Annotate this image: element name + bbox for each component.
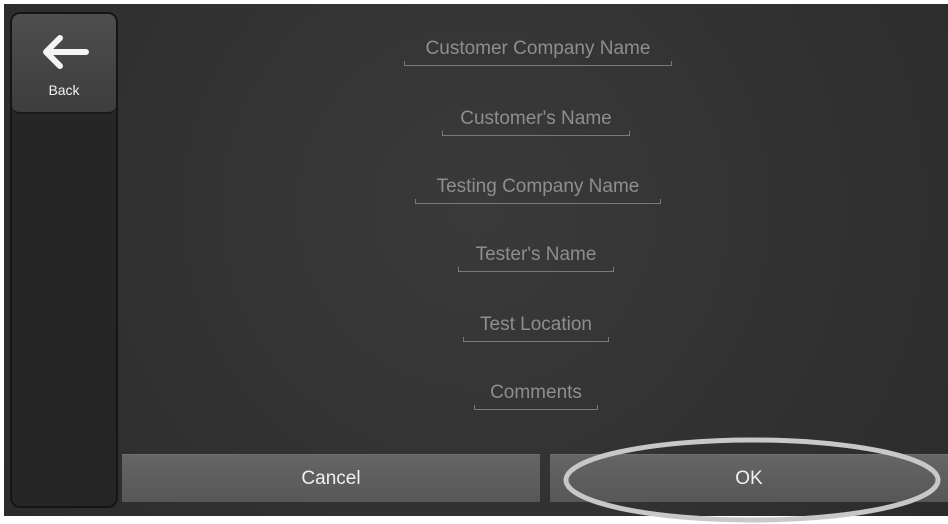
field-underline — [415, 199, 661, 204]
testers-name-field[interactable]: Tester's Name — [458, 240, 614, 272]
field-underline — [404, 61, 672, 66]
testing-company-name-placeholder: Testing Company Name — [436, 176, 640, 197]
testing-company-name-field[interactable]: Testing Company Name — [415, 172, 661, 204]
test-location-field[interactable]: Test Location — [463, 310, 609, 342]
back-button[interactable]: Back — [12, 14, 116, 114]
arrow-left-icon — [43, 35, 89, 69]
back-label: Back — [48, 82, 80, 98]
customers-name-field[interactable]: Customer's Name — [442, 104, 630, 136]
comments-placeholder: Comments — [490, 382, 582, 403]
customer-company-name-field[interactable]: Customer Company Name — [404, 34, 672, 66]
field-underline — [458, 267, 614, 272]
customer-company-name-placeholder: Customer Company Name — [425, 38, 651, 59]
testers-name-placeholder: Tester's Name — [475, 244, 597, 265]
field-underline — [442, 131, 630, 136]
sidebar: Back — [10, 12, 118, 508]
field-underline — [474, 405, 598, 410]
customers-name-placeholder: Customer's Name — [460, 108, 612, 129]
field-underline — [463, 337, 609, 342]
ok-button[interactable]: OK — [550, 454, 948, 502]
comments-field[interactable]: Comments — [474, 378, 598, 410]
test-location-placeholder: Test Location — [480, 314, 592, 335]
app-screen: Back Customer Company Name Customer's Na… — [4, 4, 948, 516]
cancel-button[interactable]: Cancel — [122, 454, 540, 502]
